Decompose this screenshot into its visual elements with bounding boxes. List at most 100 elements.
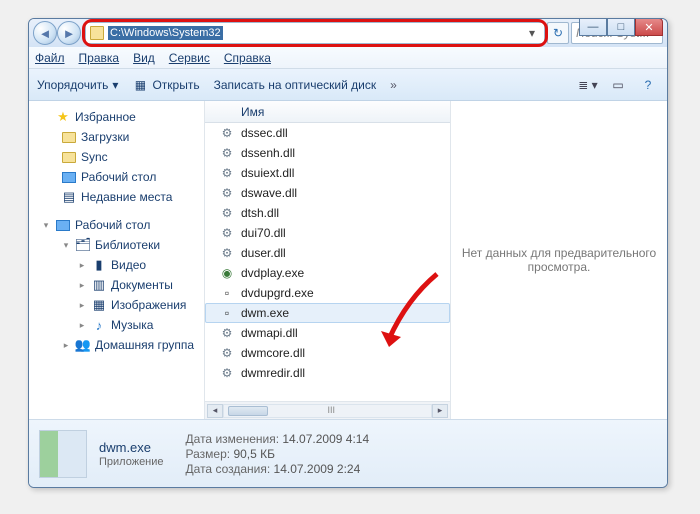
file-thumbnail (39, 430, 87, 478)
file-list: Имя ⚙dssec.dll ⚙dssenh.dll ⚙dsuiext.dll … (205, 101, 451, 419)
help-button[interactable]: ? (637, 75, 659, 95)
dll-icon: ⚙ (219, 145, 235, 161)
preview-pane-button[interactable]: ▭ (607, 75, 629, 95)
video-icon: ▮ (91, 257, 107, 273)
expand-icon[interactable]: ▸ (77, 260, 87, 271)
dll-icon: ⚙ (219, 225, 235, 241)
minimize-button[interactable]: — (579, 18, 607, 36)
expand-icon[interactable]: ▾ (41, 220, 51, 231)
music-icon: ♪ (91, 317, 107, 333)
address-bar[interactable]: C:\Windows\System32 ▾ (85, 22, 545, 44)
toolbar: Упорядочить ▾ ▦ Открыть Записать на опти… (29, 69, 667, 101)
file-row[interactable]: ◉dvdplay.exe (205, 263, 450, 283)
preview-pane: Нет данных для предварительного просмотр… (451, 101, 667, 419)
file-row[interactable]: ⚙dssec.dll (205, 123, 450, 143)
file-row[interactable]: ⚙dtsh.dll (205, 203, 450, 223)
libraries-icon: 🗂 (75, 237, 91, 253)
forward-button[interactable]: ► (57, 21, 81, 45)
file-row[interactable]: ⚙dwmcore.dll (205, 343, 450, 363)
sidebar-sync[interactable]: Sync (33, 147, 200, 167)
exe-icon: ◉ (219, 265, 235, 281)
details-filename: dwm.exe (99, 440, 164, 455)
dll-icon: ⚙ (219, 325, 235, 341)
sidebar-desktop-root[interactable]: ▾Рабочий стол (33, 215, 200, 235)
sidebar-images[interactable]: ▸▦Изображения (33, 295, 200, 315)
menu-view[interactable]: Вид (133, 51, 155, 65)
sidebar-documents[interactable]: ▸▥Документы (33, 275, 200, 295)
file-row-selected[interactable]: ▫dwm.exe (205, 303, 450, 323)
expand-icon[interactable]: ▸ (77, 300, 87, 311)
sidebar-recent[interactable]: ▤Недавние места (33, 187, 200, 207)
details-size: Размер: 90,5 КБ (186, 447, 370, 461)
file-row[interactable]: ⚙dsuiext.dll (205, 163, 450, 183)
back-button[interactable]: ◄ (33, 21, 57, 45)
star-icon: ★ (55, 109, 71, 125)
open-icon: ▦ (132, 77, 148, 93)
file-row[interactable]: ⚙dssenh.dll (205, 143, 450, 163)
sidebar-libraries[interactable]: ▾🗂Библиотеки (33, 235, 200, 255)
organize-button[interactable]: Упорядочить ▾ (37, 78, 118, 92)
dll-icon: ⚙ (219, 165, 235, 181)
explorer-window: — □ ✕ ◄ ► C:\Windows\System32 ▾ ↻ Поиск:… (28, 18, 668, 488)
close-button[interactable]: ✕ (635, 18, 663, 36)
sidebar-downloads[interactable]: Загрузки (33, 127, 200, 147)
menu-tools[interactable]: Сервис (169, 51, 210, 65)
document-icon: ▥ (91, 277, 107, 293)
recent-icon: ▤ (61, 189, 77, 205)
desktop-icon (62, 172, 76, 183)
file-row[interactable]: ⚙dswave.dll (205, 183, 450, 203)
burn-button[interactable]: Записать на оптический диск (214, 78, 377, 92)
preview-empty-text: Нет данных для предварительного просмотр… (461, 246, 657, 274)
file-row[interactable]: ⚙dui70.dll (205, 223, 450, 243)
expand-icon[interactable]: ▾ (61, 240, 71, 251)
refresh-button[interactable]: ↻ (547, 22, 569, 44)
sidebar-music[interactable]: ▸♪Музыка (33, 315, 200, 335)
details-modified: Дата изменения: 14.07.2009 4:14 (186, 432, 370, 446)
details-filetype: Приложение (99, 456, 164, 468)
scroll-track[interactable]: III (223, 404, 432, 418)
file-row[interactable]: ⚙dwmredir.dll (205, 363, 450, 383)
files-container: ⚙dssec.dll ⚙dssenh.dll ⚙dsuiext.dll ⚙dsw… (205, 123, 450, 401)
menu-file[interactable]: Файл (35, 51, 65, 65)
dll-icon: ⚙ (219, 365, 235, 381)
maximize-button[interactable]: □ (607, 18, 635, 36)
sidebar-homegroup[interactable]: ▸👥Домашняя группа (33, 335, 200, 355)
menubar: Файл Правка Вид Сервис Справка (29, 47, 667, 69)
file-row[interactable]: ▫dvdupgrd.exe (205, 283, 450, 303)
column-header-name[interactable]: Имя (205, 101, 450, 123)
folder-icon (90, 26, 104, 40)
menu-edit[interactable]: Правка (79, 51, 120, 65)
open-button[interactable]: ▦ Открыть (132, 77, 199, 93)
image-icon: ▦ (91, 297, 107, 313)
dll-icon: ⚙ (219, 185, 235, 201)
folder-icon (62, 132, 76, 143)
desktop-icon (56, 220, 70, 231)
dll-icon: ⚙ (219, 205, 235, 221)
expand-icon[interactable]: ▸ (77, 280, 87, 291)
details-created: Дата создания: 14.07.2009 2:24 (186, 462, 370, 476)
dll-icon: ⚙ (219, 125, 235, 141)
scroll-right-button[interactable]: ▸ (432, 404, 448, 418)
body: ★Избранное Загрузки Sync Рабочий стол ▤Н… (29, 101, 667, 419)
menu-help[interactable]: Справка (224, 51, 271, 65)
file-row[interactable]: ⚙dwmapi.dll (205, 323, 450, 343)
scroll-thumb[interactable] (228, 406, 268, 416)
scroll-left-button[interactable]: ◂ (207, 404, 223, 418)
sidebar-favorites[interactable]: ★Избранное (33, 107, 200, 127)
details-pane: dwm.exe Приложение Дата изменения: 14.07… (29, 419, 667, 487)
sidebar-desktop[interactable]: Рабочий стол (33, 167, 200, 187)
expand-icon[interactable]: ▸ (61, 340, 71, 351)
expand-icon[interactable]: ▸ (77, 320, 87, 331)
horizontal-scrollbar[interactable]: ◂ III ▸ (205, 401, 450, 419)
dll-icon: ⚙ (219, 245, 235, 261)
exe-icon: ▫ (219, 305, 235, 321)
file-row[interactable]: ⚙duser.dll (205, 243, 450, 263)
titlebar: ◄ ► C:\Windows\System32 ▾ ↻ Поиск: Syst.… (29, 19, 667, 47)
sidebar-videos[interactable]: ▸▮Видео (33, 255, 200, 275)
dll-icon: ⚙ (219, 345, 235, 361)
address-text[interactable]: C:\Windows\System32 (108, 26, 223, 40)
view-mode-button[interactable]: ≣ ▾ (577, 75, 599, 95)
sidebar: ★Избранное Загрузки Sync Рабочий стол ▤Н… (29, 101, 205, 419)
overflow-icon[interactable]: » (390, 78, 397, 92)
address-dropdown-icon[interactable]: ▾ (524, 26, 540, 40)
